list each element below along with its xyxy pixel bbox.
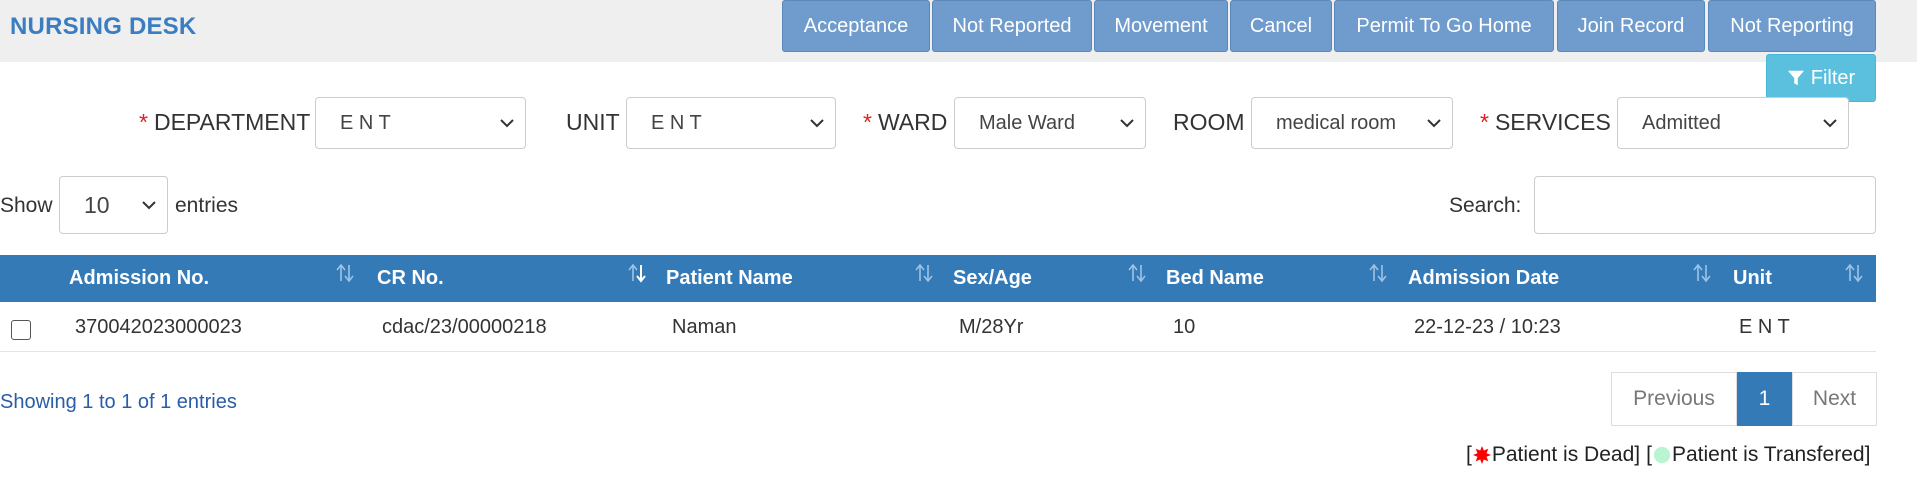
- ward-select[interactable]: Male Ward: [954, 97, 1146, 149]
- search-label: Search:: [1449, 194, 1522, 217]
- sort-icon[interactable]: [334, 262, 356, 284]
- transferred-legend-label: Patient is Transfered: [1671, 443, 1865, 466]
- column-header-bed-name[interactable]: Bed Name: [1166, 255, 1264, 302]
- table-header: Admission No. CR No. Patient Name Sex/Ag…: [0, 255, 1876, 302]
- entries-select[interactable]: 10: [59, 176, 168, 234]
- status-legend: [ Patient is Dead ] [ Patient is Transfe…: [1466, 443, 1871, 466]
- sort-icon[interactable]: [1691, 262, 1713, 284]
- pagination: Previous 1 Next: [1611, 372, 1877, 426]
- column-header-admission-date[interactable]: Admission Date: [1408, 255, 1559, 302]
- join-record-button[interactable]: Join Record: [1557, 0, 1705, 52]
- acceptance-button[interactable]: Acceptance: [782, 0, 930, 52]
- column-header-sex-age[interactable]: Sex/Age: [953, 255, 1032, 302]
- filter-button-label: Filter: [1810, 66, 1856, 89]
- dead-legend-label: Patient is Dead: [1491, 443, 1635, 466]
- cell-admission-date: 22-12-23 / 10:23: [1414, 316, 1561, 338]
- unit-select[interactable]: E N T: [626, 97, 836, 149]
- cell-patient-name: Naman: [672, 316, 737, 338]
- chevron-down-icon: [810, 119, 824, 128]
- department-label: * DEPARTMENT: [139, 109, 311, 135]
- services-select[interactable]: Admitted: [1617, 97, 1849, 149]
- chevron-down-icon: [1120, 119, 1134, 128]
- search-input[interactable]: [1534, 176, 1876, 234]
- chevron-down-icon: [1823, 119, 1837, 128]
- next-page-button[interactable]: Next: [1792, 372, 1877, 426]
- table-row[interactable]: 370042023000023 cdac/23/00000218 Naman M…: [0, 302, 1876, 352]
- page-title: NURSING DESK: [10, 13, 197, 40]
- chevron-down-icon: [142, 201, 156, 210]
- cell-admission-no: 370042023000023: [75, 316, 242, 338]
- not-reported-button[interactable]: Not Reported: [932, 0, 1092, 52]
- cell-cr-no: cdac/23/00000218: [382, 316, 547, 338]
- room-label: ROOM: [1173, 109, 1245, 135]
- movement-button[interactable]: Movement: [1094, 0, 1228, 52]
- previous-page-button[interactable]: Previous: [1611, 372, 1737, 426]
- cancel-button[interactable]: Cancel: [1230, 0, 1332, 52]
- table-info: Showing 1 to 1 of 1 entries: [0, 391, 237, 413]
- dead-indicator-icon: [1472, 446, 1491, 464]
- cell-sex-age: M/28Yr: [959, 316, 1024, 338]
- cell-bed-name: 10: [1173, 316, 1196, 338]
- column-header-unit[interactable]: Unit: [1733, 255, 1772, 302]
- entries-label: entries: [175, 194, 239, 217]
- ward-label: * WARD: [863, 109, 948, 135]
- unit-label: UNIT: [566, 109, 620, 135]
- top-bar: NURSING DESK Acceptance Not Reported Mov…: [0, 0, 1917, 62]
- row-checkbox[interactable]: [11, 320, 31, 340]
- cell-unit: E N T: [1739, 316, 1790, 338]
- sort-descending-icon[interactable]: [626, 262, 648, 284]
- chevron-down-icon: [500, 119, 514, 128]
- room-select[interactable]: medical room: [1251, 97, 1453, 149]
- page-1-button[interactable]: 1: [1737, 372, 1792, 426]
- sort-icon[interactable]: [1367, 262, 1389, 284]
- services-label: * SERVICES: [1480, 109, 1611, 135]
- chevron-down-icon: [1427, 119, 1441, 128]
- funnel-icon: [1787, 70, 1804, 86]
- transferred-indicator-icon: [1653, 446, 1671, 464]
- column-header-patient-name[interactable]: Patient Name: [666, 255, 793, 302]
- not-reporting-button[interactable]: Not Reporting: [1708, 0, 1876, 52]
- column-header-admission-no[interactable]: Admission No.: [69, 255, 209, 302]
- column-header-cr-no[interactable]: CR No.: [377, 255, 444, 302]
- sort-icon[interactable]: [1843, 262, 1865, 284]
- sort-icon[interactable]: [1126, 262, 1148, 284]
- permit-to-go-home-button[interactable]: Permit To Go Home: [1334, 0, 1554, 52]
- sort-icon[interactable]: [913, 262, 935, 284]
- filter-button[interactable]: Filter: [1766, 54, 1876, 102]
- department-select[interactable]: E N T: [315, 97, 526, 149]
- show-label: Show: [0, 194, 53, 217]
